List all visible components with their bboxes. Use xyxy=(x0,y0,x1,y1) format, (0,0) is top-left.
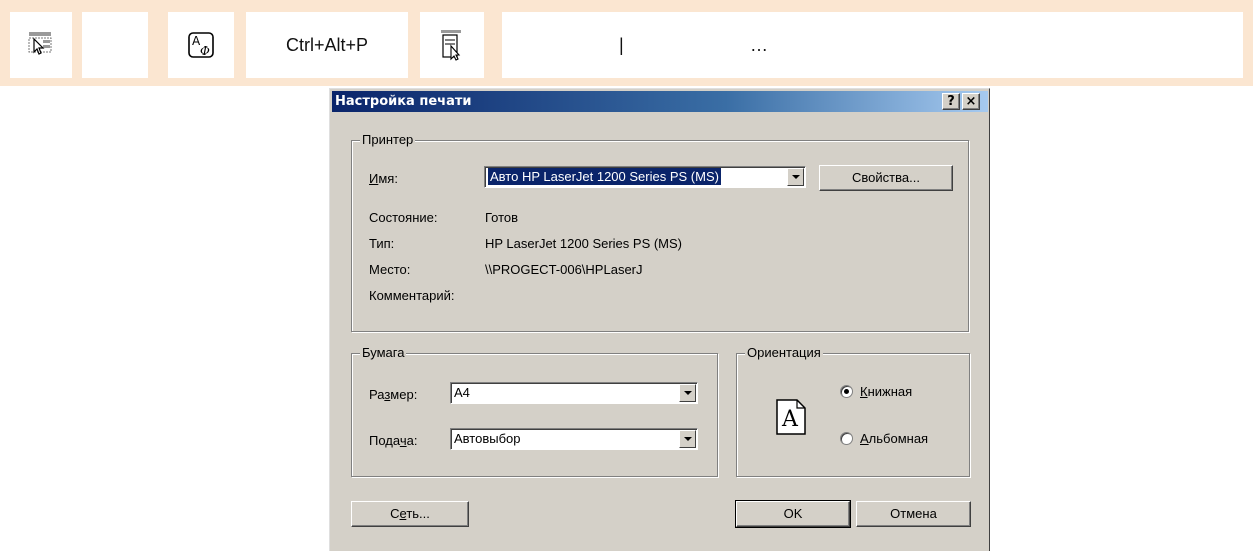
close-button[interactable]: × xyxy=(962,93,980,110)
paper-size-select[interactable]: A4 xyxy=(450,382,698,404)
toolbar-cell-2 xyxy=(82,12,148,78)
ellipsis-text: … xyxy=(750,34,768,55)
landscape-label[interactable]: Альбомная xyxy=(860,431,928,446)
toolbar-text-cell: | … xyxy=(502,12,1243,78)
chevron-down-icon[interactable] xyxy=(679,430,696,448)
portrait-page-icon: A xyxy=(776,399,806,435)
landscape-radio[interactable] xyxy=(840,432,853,445)
orientation-group-label: Ориентация xyxy=(745,345,823,360)
printer-group-label: Принтер xyxy=(360,132,416,147)
type-label: Тип: xyxy=(369,236,395,251)
name-label: Имя: xyxy=(369,171,398,186)
source-label: Подача: xyxy=(369,433,418,448)
print-setup-dialog: Настройка печати ? × Принтер Имя: Авто H… xyxy=(329,88,990,551)
dialog-titlebar[interactable]: Настройка печати xyxy=(332,91,988,112)
chevron-down-icon[interactable] xyxy=(787,168,804,186)
cancel-button[interactable]: Отмена xyxy=(856,501,971,527)
network-button[interactable]: Сеть... xyxy=(351,501,469,527)
svg-text:Φ: Φ xyxy=(200,44,210,58)
toolbar-cell-1[interactable] xyxy=(10,12,72,78)
shortcut-label: Ctrl+Alt+P xyxy=(285,34,369,55)
paper-source-value: Автовыбор xyxy=(454,431,521,446)
dialog-title: Настройка печати xyxy=(335,94,472,109)
status-value: Готов xyxy=(485,210,519,225)
printer-name-value: Авто HP LaserJet 1200 Series PS (MS) xyxy=(488,168,721,185)
help-button[interactable]: ? xyxy=(942,93,960,110)
comment-label: Комментарий: xyxy=(369,288,455,303)
size-label: Размер: xyxy=(369,387,418,402)
orientation-group: Ориентация xyxy=(736,345,970,477)
toolbar-cell-5[interactable] xyxy=(420,12,484,78)
chevron-down-icon[interactable] xyxy=(679,384,696,402)
type-value: HP LaserJet 1200 Series PS (MS) xyxy=(485,236,683,251)
location-value: \\PROGECT-006\HPLaserJ xyxy=(485,262,643,277)
paper-group: Бумага xyxy=(351,345,718,477)
separator-bar: | xyxy=(619,34,624,55)
toolbar-cell-3[interactable]: A Φ xyxy=(168,12,234,78)
printer-name-select[interactable]: Авто HP LaserJet 1200 Series PS (MS) xyxy=(484,166,806,188)
paper-group-label: Бумага xyxy=(360,345,407,360)
page-glyph: A xyxy=(781,407,799,432)
shortcut-cell: Ctrl+Alt+P xyxy=(246,12,408,78)
toolbar-strip: A Φ Ctrl+Alt+P | … xyxy=(0,0,1253,86)
ok-button[interactable]: OK xyxy=(735,500,851,528)
print-preview-icon xyxy=(28,32,52,55)
paper-size-value: A4 xyxy=(454,385,470,400)
paper-source-select[interactable]: Автовыбор xyxy=(450,428,698,450)
page-setup-icon xyxy=(441,30,461,61)
font-format-icon: A Φ xyxy=(188,32,214,58)
portrait-label[interactable]: Книжная xyxy=(860,384,912,399)
properties-button[interactable]: Свойства... xyxy=(819,165,953,191)
status-label: Состояние: xyxy=(369,210,438,225)
portrait-radio[interactable] xyxy=(840,385,853,398)
location-label: Место: xyxy=(369,262,411,277)
